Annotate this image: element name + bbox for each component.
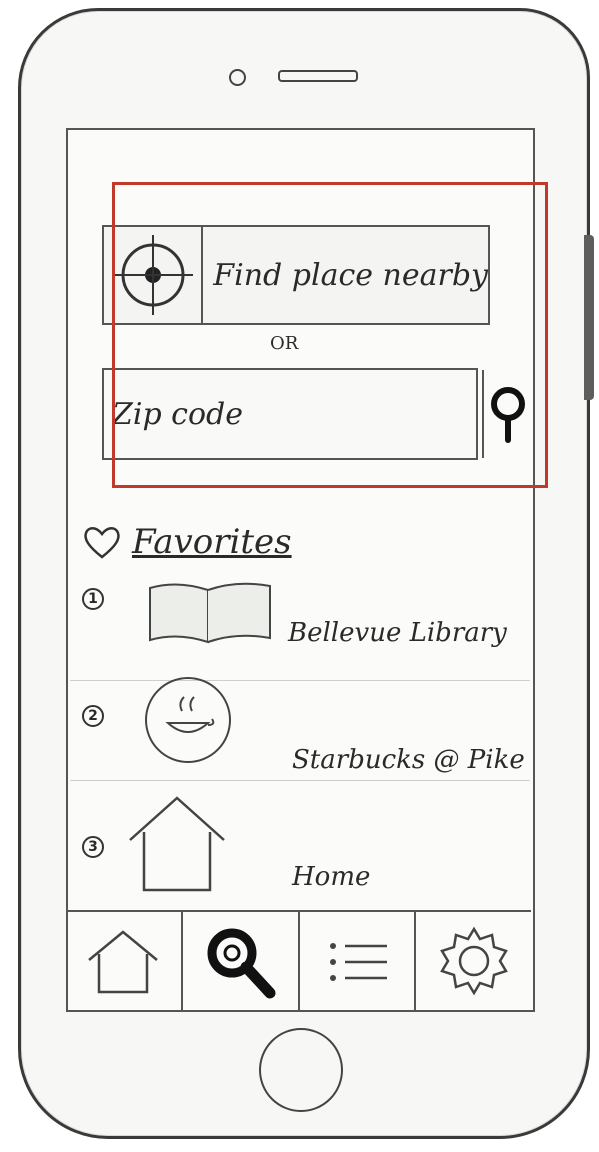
favorite-name: Home (292, 862, 371, 892)
gear-icon (439, 926, 508, 996)
favorite-number: 1 (82, 588, 104, 610)
favorites-header: Favorites (82, 522, 292, 562)
front-camera (229, 69, 246, 86)
house-icon (129, 796, 225, 892)
bottom-tab-bar (66, 910, 531, 1010)
favorites-title: Favorites (132, 522, 292, 562)
tab-settings[interactable] (416, 912, 531, 1010)
tab-search[interactable] (183, 912, 300, 1010)
tab-list[interactable] (300, 912, 417, 1010)
coffee-icon (145, 677, 231, 763)
search-icon (207, 928, 276, 999)
list-divider (70, 780, 530, 781)
search-area-highlight (112, 182, 548, 488)
phone-home-button[interactable] (259, 1028, 343, 1112)
side-button (584, 235, 594, 400)
home-icon (88, 930, 159, 994)
speaker-slot (278, 70, 358, 82)
favorite-item[interactable]: 3 Home (70, 790, 530, 910)
favorite-number: 2 (82, 705, 104, 727)
book-icon (149, 582, 271, 644)
favorite-number: 3 (82, 836, 104, 858)
favorite-name: Starbucks @ Pike (292, 745, 525, 775)
heart-icon (84, 527, 120, 559)
favorite-name: Bellevue Library (288, 618, 507, 648)
list-icon (329, 943, 387, 981)
tab-home[interactable] (66, 912, 183, 1010)
